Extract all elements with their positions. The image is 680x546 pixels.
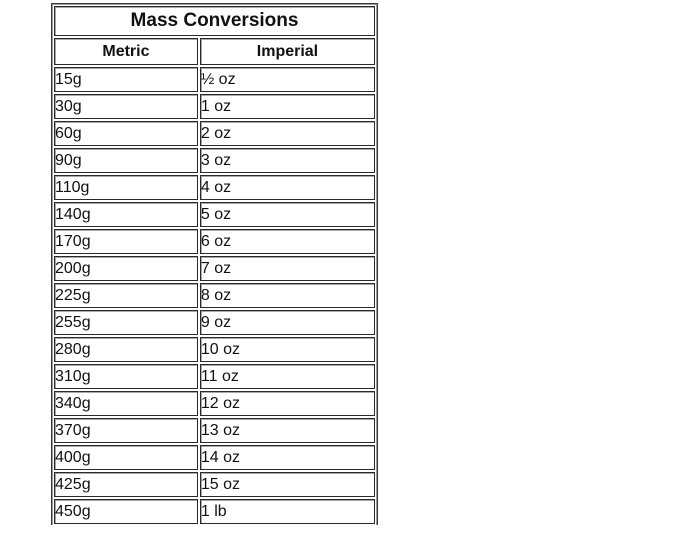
- table-row: 140g 5 oz: [54, 202, 375, 227]
- metric-cell: 110g: [54, 175, 198, 200]
- metric-cell: 255g: [54, 310, 198, 335]
- metric-cell: 140g: [54, 202, 198, 227]
- imperial-cell: 3 oz: [199, 148, 375, 173]
- table-row: 370g 13 oz: [54, 418, 375, 443]
- imperial-cell: 12 oz: [199, 391, 375, 416]
- table-row: 425g 15 oz: [54, 472, 375, 497]
- imperial-cell: 1 oz: [199, 94, 375, 119]
- metric-cell: 310g: [54, 364, 198, 389]
- imperial-cell: 6 oz: [199, 229, 375, 254]
- mass-conversions-table: Mass Conversions Metric Imperial 15g ½ oz…: [51, 3, 378, 525]
- metric-cell: 450g: [54, 499, 198, 524]
- table-body: 15g ½ oz 30g 1 oz 60g 2 oz 90g 3 oz 110g 4 oz 140g…: [54, 67, 375, 524]
- imperial-cell: 2 oz: [199, 121, 375, 146]
- imperial-cell: 9 oz: [199, 310, 375, 335]
- table-row: 170g 6 oz: [54, 229, 375, 254]
- metric-cell: 425g: [54, 472, 198, 497]
- metric-cell: 30g: [54, 94, 198, 119]
- metric-cell: 170g: [54, 229, 198, 254]
- table-title: Mass Conversions: [54, 6, 375, 36]
- imperial-cell: 14 oz: [199, 445, 375, 470]
- metric-cell: 90g: [54, 148, 198, 173]
- table-row: 60g 2 oz: [54, 121, 375, 146]
- column-header-imperial: Imperial: [199, 38, 375, 65]
- imperial-cell: 10 oz: [199, 337, 375, 362]
- metric-cell: 200g: [54, 256, 198, 281]
- table-row: 310g 11 oz: [54, 364, 375, 389]
- imperial-cell: ½ oz: [199, 67, 375, 92]
- header-row: Metric Imperial: [54, 38, 375, 65]
- table-row: 450g 1 lb: [54, 499, 375, 524]
- column-header-metric: Metric: [54, 38, 198, 65]
- table-row: 30g 1 oz: [54, 94, 375, 119]
- metric-cell: 225g: [54, 283, 198, 308]
- metric-cell: 370g: [54, 418, 198, 443]
- metric-cell: 60g: [54, 121, 198, 146]
- table-row: 340g 12 oz: [54, 391, 375, 416]
- table-row: 110g 4 oz: [54, 175, 375, 200]
- imperial-cell: 11 oz: [199, 364, 375, 389]
- imperial-cell: 8 oz: [199, 283, 375, 308]
- metric-cell: 340g: [54, 391, 198, 416]
- table-row: 225g 8 oz: [54, 283, 375, 308]
- table-row: 15g ½ oz: [54, 67, 375, 92]
- table-row: 400g 14 oz: [54, 445, 375, 470]
- metric-cell: 400g: [54, 445, 198, 470]
- table-row: 90g 3 oz: [54, 148, 375, 173]
- table-row: 200g 7 oz: [54, 256, 375, 281]
- mass-conversions-table-container: Mass Conversions Metric Imperial 15g ½ oz…: [51, 3, 378, 525]
- table-row: 255g 9 oz: [54, 310, 375, 335]
- table-row: 280g 10 oz: [54, 337, 375, 362]
- imperial-cell: 1 lb: [199, 499, 375, 524]
- imperial-cell: 15 oz: [199, 472, 375, 497]
- imperial-cell: 7 oz: [199, 256, 375, 281]
- imperial-cell: 5 oz: [199, 202, 375, 227]
- metric-cell: 15g: [54, 67, 198, 92]
- metric-cell: 280g: [54, 337, 198, 362]
- imperial-cell: 4 oz: [199, 175, 375, 200]
- imperial-cell: 13 oz: [199, 418, 375, 443]
- title-row: Mass Conversions: [54, 6, 375, 36]
